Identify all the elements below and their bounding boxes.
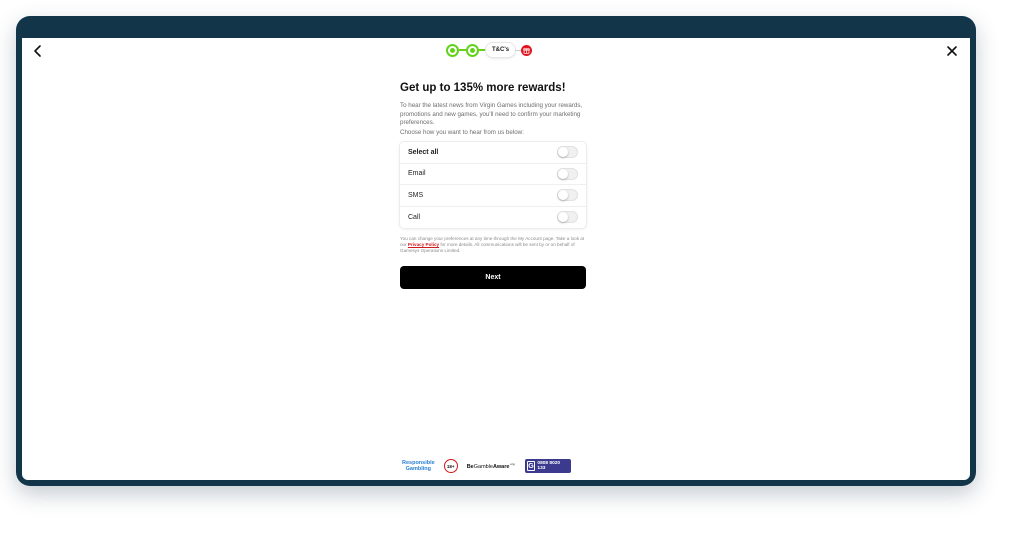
preferences-list: Select all Email SMS Call	[400, 142, 586, 228]
step-complete-indicator	[466, 43, 479, 57]
step-connector	[459, 49, 466, 51]
gamcare-link[interactable]: G 0808 8020 133	[524, 459, 571, 473]
progress-stepper: T&C's	[446, 43, 533, 57]
chevron-left-icon	[34, 45, 41, 57]
call-toggle[interactable]	[557, 211, 578, 224]
begambleaware-link[interactable]: BeGambleAware.org	[467, 462, 515, 470]
compliance-footer: Responsible Gambling 18+ BeGambleAware.o…	[402, 458, 571, 474]
next-button[interactable]: Next	[400, 266, 586, 289]
privacy-policy-link[interactable]: Privacy Policy	[408, 242, 439, 247]
responsible-gambling-link[interactable]: Responsible Gambling	[402, 460, 435, 473]
step-connector	[479, 49, 486, 51]
preference-label: Call	[408, 213, 421, 221]
marketing-preferences-panel: Get up to 135% more rewards! To hear the…	[400, 80, 586, 289]
gamcare-phone: 0808 8020 133	[537, 461, 561, 471]
preference-label: Email	[408, 170, 426, 178]
email-toggle[interactable]	[557, 167, 578, 180]
preference-row-call[interactable]: Call	[400, 207, 586, 229]
back-button[interactable]	[30, 43, 46, 59]
close-button[interactable]	[944, 43, 960, 59]
select-all-toggle[interactable]	[557, 146, 578, 159]
legal-text: You can change your preferences at any t…	[400, 236, 585, 253]
preference-row-email[interactable]: Email	[400, 164, 586, 185]
registration-screen: T&C's Get up to 135% more rewards! To he…	[22, 38, 970, 480]
preference-label: SMS	[408, 191, 424, 199]
page-title: Get up to 135% more rewards!	[400, 82, 566, 94]
sms-toggle[interactable]	[557, 189, 578, 202]
age-restriction-badge[interactable]: 18+	[443, 459, 458, 473]
preference-label: Select all	[408, 148, 439, 156]
choose-text: Choose how you want to hear from us belo…	[400, 128, 524, 136]
preference-row-select-all[interactable]: Select all	[400, 142, 586, 164]
gamcare-logo-icon: G	[526, 461, 536, 471]
gift-icon	[521, 44, 533, 56]
preference-row-sms[interactable]: SMS	[400, 185, 586, 207]
intro-text: To hear the latest news from Virgin Game…	[400, 102, 583, 126]
device-frame: T&C's Get up to 135% more rewards! To he…	[16, 16, 976, 486]
close-icon	[947, 46, 957, 56]
current-step-pill: T&C's	[486, 43, 516, 57]
step-complete-indicator	[446, 43, 459, 57]
